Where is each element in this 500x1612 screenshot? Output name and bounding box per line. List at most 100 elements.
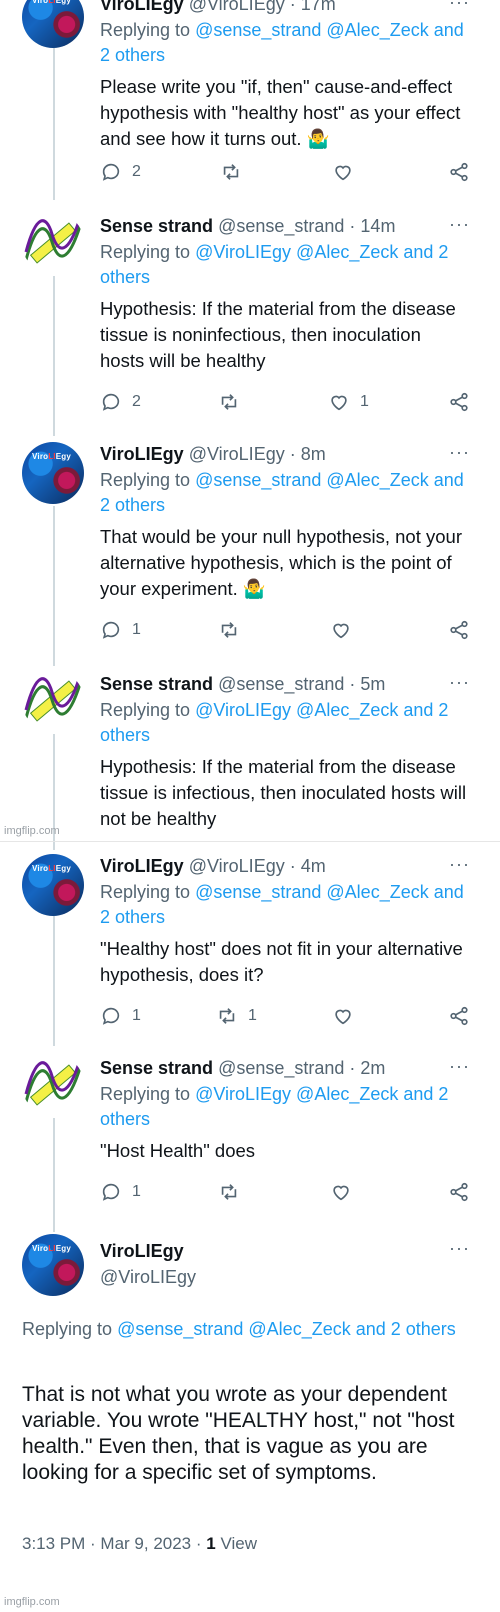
share-button[interactable] — [448, 1005, 470, 1027]
retweet-button[interactable]: 1 — [216, 1005, 257, 1027]
author-handle[interactable]: @ViroLIEgy — [100, 1264, 470, 1290]
share-button[interactable] — [448, 391, 470, 413]
more-options-icon[interactable]: ··· — [449, 214, 470, 235]
replying-to: Replying to @ViroLIEgy @Alec_Zeck and 2 … — [100, 242, 449, 287]
more-options-icon[interactable]: ··· — [449, 442, 470, 463]
retweet-icon — [219, 1008, 235, 1024]
tweet-text: "Host Health" does — [100, 1140, 256, 1161]
share-button[interactable] — [448, 1181, 470, 1203]
reply-count: 1 — [132, 1183, 141, 1200]
author-handle[interactable]: @sense_strand — [218, 1058, 344, 1078]
tweet[interactable]: ViroLIEgy ViroLIEgy @ViroLIEgy · 8m ··· … — [0, 442, 500, 668]
author-handle[interactable]: @sense_strand — [218, 216, 344, 236]
share-icon — [450, 1182, 468, 1202]
more-options-icon[interactable]: ··· — [449, 854, 470, 875]
tweet-text: That would be your null hypothesis, not … — [100, 526, 462, 599]
reply-button[interactable]: 1 — [100, 1181, 141, 1203]
like-icon — [335, 165, 351, 181]
avatar[interactable]: ViroLIEgy — [22, 1234, 84, 1296]
replying-to: Replying to @sense_strand @Alec_Zeck and… — [100, 882, 464, 927]
tweet-timestamp[interactable]: 3:13 PM · Mar 9, 2023 · 1 View — [22, 1534, 257, 1554]
view-count: 1 — [206, 1534, 216, 1553]
author-name[interactable]: Sense strand — [100, 1058, 213, 1078]
replying-to: Replying to @ViroLIEgy @Alec_Zeck and 2 … — [100, 1084, 449, 1129]
share-icon — [450, 392, 468, 412]
avatar-logo-text: ViroLIEgy — [32, 1244, 72, 1253]
replying-to: Replying to @sense_strand @Alec_Zeck and… — [100, 20, 464, 65]
reply-button[interactable]: 2 — [100, 391, 141, 413]
share-icon — [450, 620, 468, 640]
author-name[interactable]: ViroLIEgy — [100, 1238, 470, 1264]
avatar[interactable] — [22, 1054, 84, 1116]
reply-icon — [102, 163, 120, 181]
main-tweet[interactable]: ViroLIEgy ViroLIEgy @ViroLIEgy ··· Reply… — [0, 1234, 500, 1612]
more-options-icon[interactable]: ··· — [449, 1056, 470, 1077]
avatar[interactable]: ViroLIEgy — [22, 854, 84, 916]
avatar[interactable]: ViroLIEgy — [22, 0, 84, 48]
author-handle[interactable]: @ViroLIEgy — [189, 0, 285, 14]
like-count: 1 — [360, 393, 369, 410]
retweet-count: 1 — [248, 1007, 257, 1024]
tweet-time[interactable]: · 8m — [290, 444, 326, 464]
replying-to: Replying to @sense_strand @Alec_Zeck and… — [22, 1319, 456, 1339]
author-name[interactable]: ViroLIEgy — [100, 856, 184, 876]
like-button[interactable]: 1 — [328, 391, 369, 413]
retweet-icon — [221, 394, 237, 410]
author-handle[interactable]: @ViroLIEgy — [189, 856, 285, 876]
avatar[interactable] — [22, 212, 84, 274]
tweet-time[interactable]: · 2m — [349, 1058, 385, 1078]
avatar-logo-text: ViroLIEgy — [32, 864, 72, 873]
tweet[interactable]: Sense strand @sense_strand · 2m ··· Repl… — [0, 1054, 500, 1230]
tweet[interactable]: Sense strand @sense_strand · 14m ··· Rep… — [0, 212, 500, 438]
author-handle[interactable]: @sense_strand — [218, 674, 344, 694]
tweet-time[interactable]: · 14m — [349, 216, 395, 236]
reply-count: 2 — [132, 163, 141, 180]
tweet-time[interactable]: · 17m — [290, 0, 336, 14]
replying-to-links[interactable]: @sense_strand @Alec_Zeck and 2 others — [117, 1319, 456, 1339]
author-name[interactable]: Sense strand — [100, 216, 213, 236]
share-button[interactable] — [448, 619, 470, 641]
tweet-time[interactable]: · 4m — [290, 856, 326, 876]
more-options-icon[interactable]: ··· — [449, 672, 470, 693]
reply-button[interactable]: 2 — [100, 161, 141, 183]
like-icon — [333, 623, 349, 639]
retweet-button[interactable] — [218, 619, 250, 641]
retweet-button[interactable] — [218, 1181, 250, 1203]
author-name[interactable]: ViroLIEgy — [100, 0, 184, 14]
dna-logo-icon — [24, 217, 82, 264]
avatar[interactable]: ViroLIEgy — [22, 442, 84, 504]
reply-icon — [102, 1007, 120, 1025]
retweet-icon — [221, 1184, 237, 1200]
retweet-button[interactable] — [220, 161, 252, 183]
more-options-icon[interactable]: ··· — [449, 1238, 470, 1259]
author-handle[interactable]: @ViroLIEgy — [189, 444, 285, 464]
more-options-icon[interactable]: ··· — [449, 0, 470, 13]
tweet-text: That is not what you wrote as your depen… — [22, 1383, 455, 1484]
tweet[interactable]: Sense strand @sense_strand · 5m ··· Repl… — [0, 670, 500, 842]
like-button[interactable] — [330, 619, 362, 641]
dna-logo-icon — [24, 1059, 82, 1106]
retweet-icon — [223, 164, 239, 180]
like-button[interactable] — [330, 1181, 362, 1203]
tweet-time[interactable]: · 5m — [349, 674, 385, 694]
like-icon — [333, 1185, 349, 1201]
replying-to: Replying to @sense_strand @Alec_Zeck and… — [100, 470, 464, 515]
like-button[interactable] — [332, 1005, 364, 1027]
tweet[interactable]: ViroLIEgy ViroLIEgy @ViroLIEgy · 17m ···… — [0, 0, 500, 200]
reply-count: 2 — [132, 393, 141, 410]
divider — [0, 841, 500, 842]
tweet-text: Hypothesis: If the material from the dis… — [100, 756, 467, 829]
reply-button[interactable]: 1 — [100, 619, 141, 641]
author-name[interactable]: Sense strand — [100, 674, 213, 694]
reply-icon — [102, 1183, 120, 1201]
like-icon — [331, 395, 347, 411]
reply-button[interactable]: 1 — [100, 1005, 141, 1027]
retweet-button[interactable] — [218, 391, 250, 413]
tweet[interactable]: ViroLIEgy ViroLIEgy @ViroLIEgy · 4m ··· … — [0, 854, 500, 1044]
like-button[interactable] — [332, 161, 364, 183]
share-button[interactable] — [448, 161, 470, 183]
reply-count: 1 — [132, 621, 141, 638]
avatar[interactable] — [22, 670, 84, 732]
author-name[interactable]: ViroLIEgy — [100, 444, 184, 464]
tweet-text: Hypothesis: If the material from the dis… — [100, 298, 456, 371]
